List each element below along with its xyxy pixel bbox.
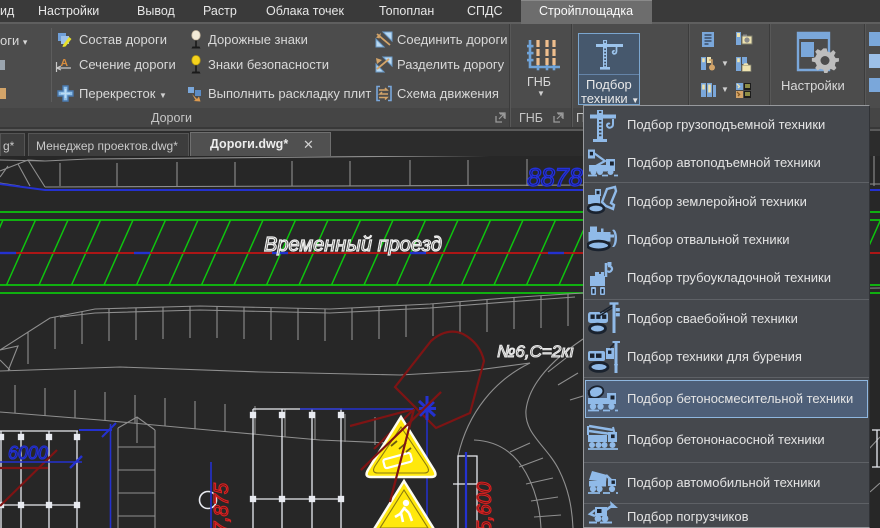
svg-text:8878: 8878 <box>527 164 583 192</box>
svg-text:A: A <box>61 57 69 69</box>
svg-text:5,600: 5,600 <box>474 482 496 528</box>
svg-text:Временный проезд: Временный проезд <box>264 234 442 256</box>
svg-text:6000: 6000 <box>8 443 48 463</box>
svg-text:№6,С=2кı: №6,С=2кı <box>497 342 574 361</box>
svg-text:7,875: 7,875 <box>211 482 233 528</box>
